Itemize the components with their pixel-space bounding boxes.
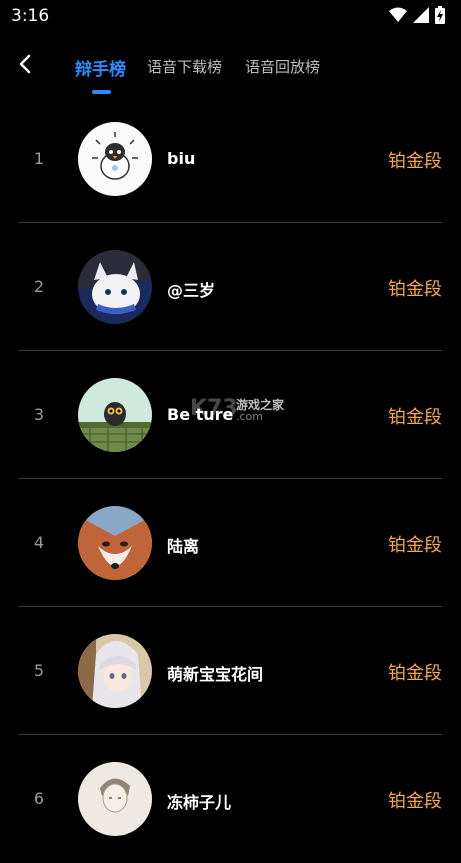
status-bar: 3:16 xyxy=(0,0,461,32)
wifi-icon xyxy=(389,7,407,22)
rank-number: 6 xyxy=(33,789,45,808)
battery-icon xyxy=(435,6,445,24)
penguin-avatar[interactable] xyxy=(78,122,152,196)
list-item[interactable]: 4 陆离 铂金段 xyxy=(0,479,461,607)
rank-tier-badge: 铂金段 xyxy=(388,791,442,812)
sketch-portrait-avatar[interactable] xyxy=(78,762,152,836)
tab-debater-ranking[interactable]: 辩手榜 xyxy=(75,55,126,80)
list-item[interactable]: 5 萌新宝宝花间 铂金段 xyxy=(0,607,461,735)
rank-tier-badge: 铂金段 xyxy=(388,407,442,428)
signal-icon xyxy=(413,7,429,23)
active-tab-indicator xyxy=(92,90,111,94)
user-name: @三岁 xyxy=(167,281,216,300)
anime-cat-avatar[interactable] xyxy=(78,250,152,324)
tab-voice-replay-ranking[interactable]: 语音回放榜 xyxy=(245,56,320,77)
back-arrow-icon[interactable] xyxy=(14,50,38,78)
rank-tier-badge: 铂金段 xyxy=(388,151,442,172)
status-time: 3:16 xyxy=(11,6,50,26)
rank-number: 3 xyxy=(33,405,45,424)
rank-tier-badge: 铂金段 xyxy=(388,663,442,684)
rank-number: 2 xyxy=(33,277,45,296)
rank-number: 5 xyxy=(33,661,45,680)
user-name: 萌新宝宝花间 xyxy=(167,665,264,684)
site-watermark: K73 游戏之家 .com xyxy=(190,396,300,426)
status-icons xyxy=(389,6,445,24)
watermark-domain: .com xyxy=(236,410,263,423)
fox-avatar[interactable] xyxy=(78,506,152,580)
user-name: biu xyxy=(167,149,196,168)
user-name: 冻柿子儿 xyxy=(167,793,232,812)
rank-number: 4 xyxy=(33,533,45,552)
list-item[interactable]: 2 @三岁 铂金段 xyxy=(0,223,461,351)
tab-voice-download-ranking[interactable]: 语音下载榜 xyxy=(147,56,222,77)
watermark-logo: K73 xyxy=(190,396,238,421)
ranking-list: 1 biu 铂金段 2 @三岁 铂金段 3 Be ture 铂金段 4 陆离 铂… xyxy=(0,95,461,863)
top-nav: 辩手榜 语音下载榜 语音回放榜 xyxy=(0,40,461,100)
user-name: 陆离 xyxy=(167,537,200,556)
anime-girl-avatar[interactable] xyxy=(78,634,152,708)
list-item[interactable]: 1 biu 铂金段 xyxy=(0,95,461,223)
rank-tier-badge: 铂金段 xyxy=(388,535,442,556)
rank-number: 1 xyxy=(33,149,45,168)
owl-avatar[interactable] xyxy=(78,378,152,452)
rank-tier-badge: 铂金段 xyxy=(388,279,442,300)
list-item[interactable]: 6 冻柿子儿 铂金段 xyxy=(0,735,461,863)
